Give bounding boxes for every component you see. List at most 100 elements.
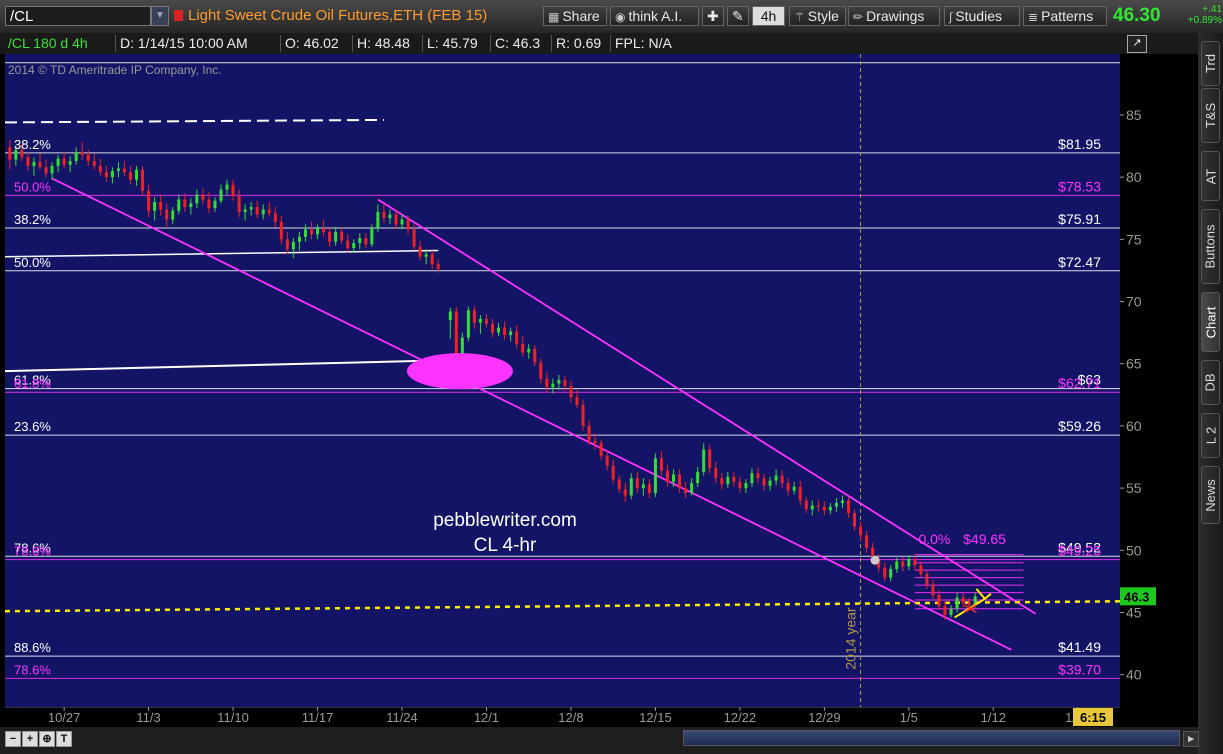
- share-button[interactable]: ▦ Share: [543, 6, 607, 26]
- tab-t-s[interactable]: T&S: [1201, 88, 1220, 143]
- time-axis[interactable]: 10/27 11/3 11/10 11/17 11/24 12/1 12/8 12/15 12/…: [5, 706, 1120, 727]
- style-label: Style: [807, 8, 839, 24]
- candle-body: [448, 311, 452, 321]
- x-tick-label: 11/17: [302, 710, 334, 725]
- candle-body: [249, 206, 253, 210]
- bottom-bar: − + ⊕ T ▸: [0, 727, 1199, 754]
- reference-dot: [870, 555, 880, 565]
- candle-body: [92, 160, 96, 166]
- fpl: FPL: N/A: [615, 35, 672, 51]
- patterns-button[interactable]: ≣ Patterns: [1023, 6, 1107, 26]
- candle-body: [714, 468, 718, 479]
- candle-body: [303, 229, 307, 237]
- x-tick-label: 12/15: [639, 710, 672, 725]
- zoom-fit-icon[interactable]: ⊕: [39, 731, 55, 747]
- style-button[interactable]: ⚚ Style: [789, 6, 846, 26]
- scroll-right-icon[interactable]: ▸: [1183, 731, 1199, 747]
- candle-body: [195, 194, 199, 204]
- candle-body: [376, 211, 380, 229]
- candle-body: [165, 209, 169, 220]
- candle-body: [291, 241, 295, 250]
- drawings-label: Drawings: [866, 8, 925, 24]
- think-ai-button[interactable]: ◉ think A.I.: [610, 6, 699, 26]
- candle-body: [665, 470, 669, 482]
- candle-body: [484, 318, 488, 324]
- tab-buttons[interactable]: Buttons: [1201, 209, 1220, 284]
- small-fib-left-label: 0.0%: [918, 531, 950, 547]
- think-label: think A.I.: [628, 8, 683, 24]
- candle-body: [593, 440, 597, 444]
- candle-body: [382, 211, 386, 219]
- divider: [610, 35, 611, 52]
- price-chart[interactable]: 38.2% $81.95 50.0% $78.53 38.2% $75.91 50.0% $7…: [4, 54, 1121, 707]
- channel-lower-line: [51, 177, 1012, 651]
- price-axis[interactable]: 40 45 50 55 60 65 70 75 80 85 46.3: [1120, 54, 1197, 707]
- candle-body: [310, 229, 314, 235]
- last-price: 46.30: [1113, 5, 1161, 26]
- candle-body: [279, 221, 283, 240]
- crosshair-icon: ✚: [707, 8, 719, 24]
- candle-body: [533, 348, 537, 363]
- candle-body: [328, 231, 332, 242]
- candle-body: [653, 458, 657, 494]
- tab-chart[interactable]: Chart: [1201, 292, 1220, 352]
- candle-body: [503, 327, 507, 336]
- symbol-input[interactable]: /CL: [5, 6, 151, 26]
- price-change: +.41 +0.89%: [1172, 4, 1222, 26]
- candle-body: [358, 238, 362, 244]
- candle-body: [189, 203, 193, 207]
- text-tool-icon[interactable]: T: [56, 731, 72, 747]
- chart-symbol[interactable]: /CL 180 d 4h: [8, 33, 88, 54]
- fib-percent-label: 38.2%: [14, 212, 51, 227]
- candle-body: [237, 195, 241, 212]
- think-icon: ◉: [615, 10, 626, 24]
- candle-body: [575, 397, 579, 405]
- candle-body: [207, 199, 211, 209]
- watermark-line-2: CL 4-hr: [474, 535, 537, 556]
- share-label: Share: [562, 8, 600, 24]
- year-label: 2014 year: [843, 607, 859, 670]
- chart-settings-icon[interactable]: ↗: [1127, 35, 1147, 53]
- candle-body: [273, 213, 277, 222]
- symbol-dropdown-icon[interactable]: ▼: [151, 6, 169, 26]
- zoom-in-icon[interactable]: +: [22, 731, 38, 747]
- tab-trd[interactable]: Trd: [1201, 41, 1220, 86]
- y-tick-label: 40: [1126, 667, 1142, 683]
- chart-scrollbar[interactable]: [683, 730, 1180, 746]
- candle-body: [720, 478, 724, 485]
- x-tick-label: 12/1: [474, 710, 499, 725]
- candle-body: [599, 443, 603, 456]
- candle-body: [828, 506, 832, 511]
- candle-body: [32, 162, 36, 166]
- drawing-tool-button[interactable]: ✚: [702, 6, 724, 26]
- candle-body: [587, 425, 591, 441]
- time-marker-label: 6:15: [1080, 710, 1106, 725]
- candle-body: [388, 214, 392, 219]
- y-tick-label: 50: [1126, 542, 1142, 558]
- candle-body: [810, 505, 814, 510]
- candle-body: [201, 194, 205, 200]
- candle-body: [774, 475, 778, 481]
- candle-body: [62, 158, 66, 165]
- candle-body: [225, 184, 229, 190]
- candle-body: [967, 602, 971, 606]
- candle-body: [424, 254, 428, 257]
- studies-button[interactable]: ∫ Studies: [944, 6, 1020, 26]
- chart-plot-area[interactable]: 38.2% $81.95 50.0% $78.53 38.2% $75.91 50.0% $7…: [4, 54, 1121, 707]
- tab-news[interactable]: News: [1201, 466, 1220, 524]
- candle-body: [726, 476, 730, 485]
- candle-body: [883, 567, 887, 578]
- candle-body: [56, 158, 60, 166]
- candle-body: [786, 483, 790, 491]
- x-tick-label: 11/3: [136, 710, 160, 725]
- zoom-out-icon[interactable]: −: [5, 731, 21, 747]
- candle-body: [659, 458, 663, 471]
- tab-at[interactable]: AT: [1201, 151, 1220, 201]
- candle-body: [171, 210, 175, 220]
- tab-db[interactable]: DB: [1201, 360, 1220, 405]
- candle-body: [255, 206, 259, 215]
- timeframe-button[interactable]: 4h: [752, 6, 785, 26]
- tab-l-2[interactable]: L 2: [1201, 413, 1220, 458]
- wrench-button[interactable]: ✎: [727, 6, 749, 26]
- drawings-button[interactable]: ✏ Drawings: [848, 6, 940, 26]
